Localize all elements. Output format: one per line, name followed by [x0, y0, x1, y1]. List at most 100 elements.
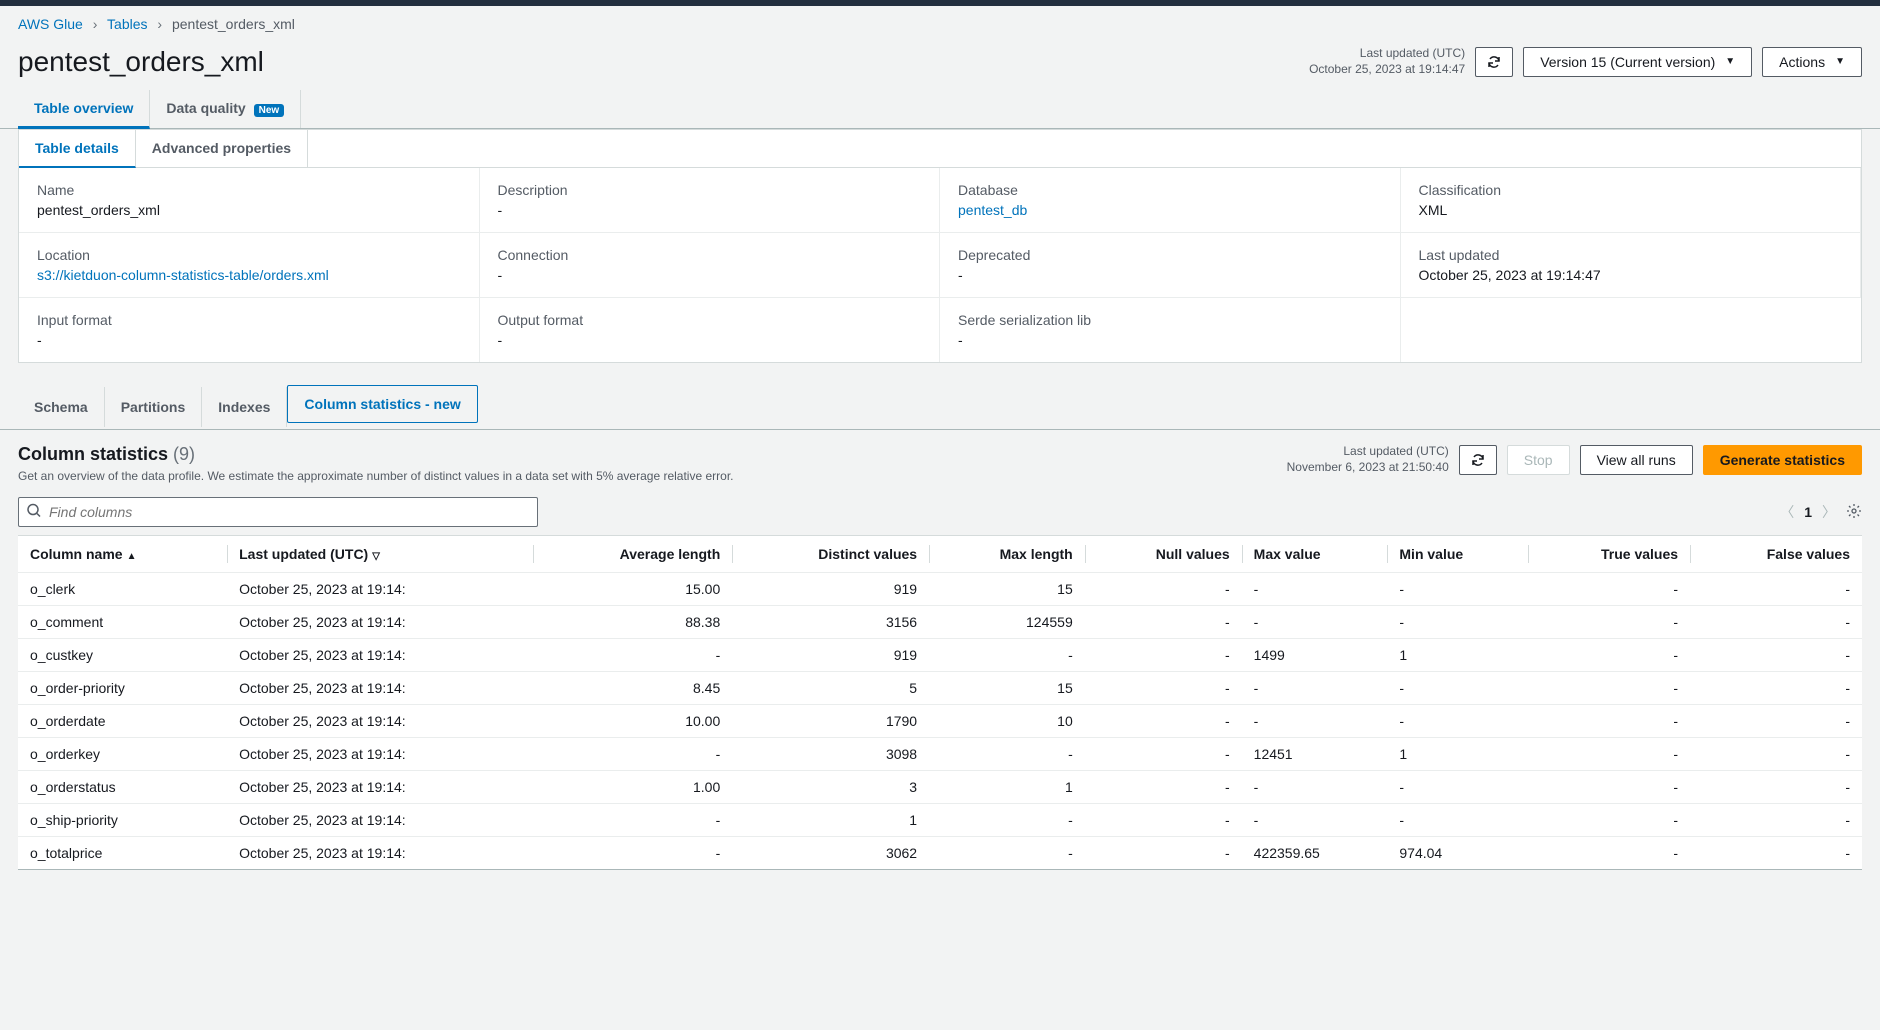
- col-false[interactable]: False values: [1690, 536, 1862, 573]
- breadcrumb-aws-glue[interactable]: AWS Glue: [18, 16, 83, 32]
- table-cell: 10: [929, 705, 1085, 738]
- col-max-value[interactable]: Max value: [1242, 536, 1388, 573]
- table-cell: o_order-priority: [18, 672, 227, 705]
- gear-icon: [1846, 503, 1862, 519]
- settings-button[interactable]: [1846, 503, 1862, 522]
- col-max-length[interactable]: Max length: [929, 536, 1085, 573]
- table-cell: -: [1387, 771, 1528, 804]
- detail-cell: Deprecated-: [940, 232, 1401, 297]
- table-cell: -: [1085, 837, 1242, 870]
- table-cell: -: [1387, 705, 1528, 738]
- table-cell: -: [1387, 606, 1528, 639]
- next-page-button[interactable]: 〉: [1822, 502, 1836, 522]
- table-row[interactable]: o_order-priorityOctober 25, 2023 at 19:1…: [18, 672, 1862, 705]
- actions-button[interactable]: Actions ▼: [1762, 47, 1862, 77]
- breadcrumb: AWS Glue › Tables › pentest_orders_xml: [0, 6, 1880, 42]
- detail-label: Serde serialization lib: [958, 312, 1382, 328]
- table-cell: -: [1387, 573, 1528, 606]
- table-cell: 8.45: [533, 672, 733, 705]
- table-cell: -: [1528, 804, 1690, 837]
- table-cell: 15: [929, 573, 1085, 606]
- table-cell: -: [1085, 606, 1242, 639]
- table-cell: -: [1242, 771, 1388, 804]
- table-cell: -: [1242, 606, 1388, 639]
- tab-data-quality[interactable]: Data quality New: [150, 90, 301, 128]
- col-column-name[interactable]: Column name▲: [18, 536, 227, 573]
- column-statistics-panel: Column statistics (9) Get an overview of…: [18, 430, 1862, 870]
- tab-table-details[interactable]: Table details: [19, 130, 136, 168]
- prev-page-button[interactable]: 〈: [1780, 502, 1794, 522]
- table-row[interactable]: o_ship-priorityOctober 25, 2023 at 19:14…: [18, 804, 1862, 837]
- view-all-runs-button[interactable]: View all runs: [1580, 445, 1693, 475]
- refresh-button[interactable]: [1475, 47, 1513, 77]
- table-row[interactable]: o_orderdateOctober 25, 2023 at 19:14:10.…: [18, 705, 1862, 738]
- detail-cell: Connection-: [480, 232, 941, 297]
- detail-label: Classification: [1419, 182, 1843, 198]
- table-row[interactable]: o_commentOctober 25, 2023 at 19:14:88.38…: [18, 606, 1862, 639]
- table-cell: -: [1690, 672, 1862, 705]
- page-title: pentest_orders_xml: [18, 46, 264, 78]
- tab-column-statistics[interactable]: Column statistics - new: [287, 385, 477, 423]
- sort-asc-icon: ▲: [127, 551, 137, 562]
- table-cell: October 25, 2023 at 19:14:: [227, 639, 532, 672]
- breadcrumb-tables[interactable]: Tables: [107, 16, 147, 32]
- caret-down-icon: ▼: [1725, 56, 1735, 67]
- chevron-right-icon: ›: [157, 16, 162, 32]
- table-cell: -: [1690, 573, 1862, 606]
- col-avg-length[interactable]: Average length: [533, 536, 733, 573]
- table-row[interactable]: o_clerkOctober 25, 2023 at 19:14:15.0091…: [18, 573, 1862, 606]
- table-cell: October 25, 2023 at 19:14:: [227, 738, 532, 771]
- detail-value: pentest_db: [958, 202, 1382, 218]
- table-cell: -: [1242, 705, 1388, 738]
- table-row[interactable]: o_orderkeyOctober 25, 2023 at 19:14:-309…: [18, 738, 1862, 771]
- detail-value: XML: [1419, 202, 1843, 218]
- table-cell: -: [1528, 705, 1690, 738]
- table-cell: -: [1690, 705, 1862, 738]
- refresh-icon: [1470, 452, 1486, 468]
- table-cell: -: [1690, 738, 1862, 771]
- table-cell: o_custkey: [18, 639, 227, 672]
- detail-value: -: [498, 332, 922, 348]
- table-cell: -: [1387, 804, 1528, 837]
- detail-link[interactable]: pentest_db: [958, 202, 1027, 218]
- table-cell: -: [1690, 771, 1862, 804]
- table-cell: 124559: [929, 606, 1085, 639]
- table-cell: -: [1085, 771, 1242, 804]
- search-input[interactable]: [18, 497, 538, 527]
- table-cell: -: [929, 804, 1085, 837]
- detail-link[interactable]: s3://kietduon-column-statistics-table/or…: [37, 267, 329, 283]
- detail-value: -: [958, 267, 1382, 283]
- version-select[interactable]: Version 15 (Current version) ▼: [1523, 47, 1752, 77]
- page-number: 1: [1804, 504, 1812, 520]
- stats-refresh-button[interactable]: [1459, 445, 1497, 475]
- table-row[interactable]: o_totalpriceOctober 25, 2023 at 19:14:-3…: [18, 837, 1862, 870]
- search-columns[interactable]: [18, 497, 538, 527]
- col-true[interactable]: True values: [1528, 536, 1690, 573]
- tab-table-overview[interactable]: Table overview: [18, 90, 150, 129]
- generate-statistics-button[interactable]: Generate statistics: [1703, 445, 1862, 475]
- table-row[interactable]: o_custkeyOctober 25, 2023 at 19:14:-919-…: [18, 639, 1862, 672]
- col-min-value[interactable]: Min value: [1387, 536, 1528, 573]
- table-cell: 5: [732, 672, 929, 705]
- table-cell: October 25, 2023 at 19:14:: [227, 804, 532, 837]
- col-last-updated[interactable]: Last updated (UTC)▽: [227, 536, 532, 573]
- table-cell: October 25, 2023 at 19:14:: [227, 705, 532, 738]
- col-null[interactable]: Null values: [1085, 536, 1242, 573]
- detail-cell: Output format-: [480, 297, 941, 362]
- table-cell: 1: [732, 804, 929, 837]
- stats-description: Get an overview of the data profile. We …: [18, 469, 733, 483]
- tab-schema[interactable]: Schema: [18, 387, 105, 427]
- table-cell: -: [1085, 804, 1242, 837]
- tab-partitions[interactable]: Partitions: [105, 387, 203, 427]
- table-details-panel: Table details Advanced properties Namepe…: [18, 129, 1862, 363]
- table-cell: -: [1387, 672, 1528, 705]
- table-cell: -: [1085, 672, 1242, 705]
- refresh-icon: [1486, 54, 1502, 70]
- table-cell: 15.00: [533, 573, 733, 606]
- tab-advanced-properties[interactable]: Advanced properties: [136, 130, 308, 167]
- detail-value: -: [498, 267, 922, 283]
- tab-indexes[interactable]: Indexes: [202, 387, 287, 427]
- col-distinct[interactable]: Distinct values: [732, 536, 929, 573]
- breadcrumb-current: pentest_orders_xml: [172, 16, 295, 32]
- table-row[interactable]: o_orderstatusOctober 25, 2023 at 19:14:1…: [18, 771, 1862, 804]
